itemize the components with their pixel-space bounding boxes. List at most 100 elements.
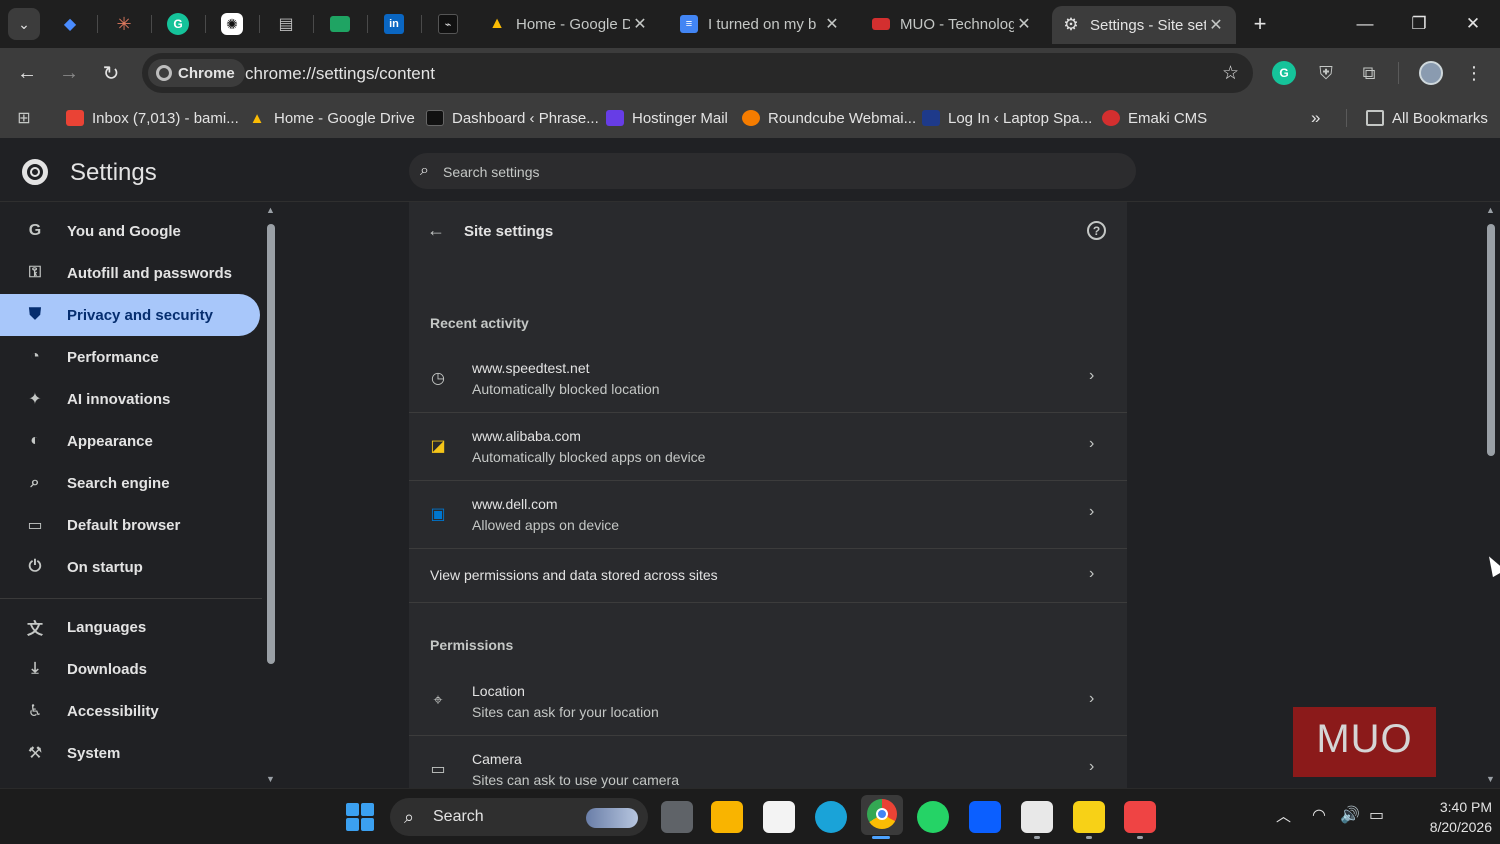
windows-start-icon[interactable] (346, 803, 374, 831)
profile-avatar[interactable] (1419, 61, 1443, 85)
row-title: View permissions and data stored across … (430, 567, 718, 583)
tab-google-doc[interactable]: ≡ I turned on my b ✕ (670, 8, 852, 40)
clock-time[interactable]: 3:40 PM (1412, 799, 1492, 815)
all-bookmarks-button[interactable]: All Bookmarks (1366, 107, 1488, 129)
permission-row-camera[interactable]: ▭ Camera Sites can ask to use your camer… (409, 736, 1127, 788)
apps-grid-icon[interactable]: ⊞ (14, 107, 34, 129)
scroll-up-arrow-icon[interactable]: ▲ (1486, 205, 1495, 215)
close-window-button[interactable]: ✕ (1453, 8, 1493, 40)
sidebar-item-downloads[interactable]: ⤓ Downloads (0, 648, 260, 690)
sidebar-item-system[interactable]: ⚒ System (0, 732, 260, 774)
sidebar-item-ai-innovations[interactable]: ✦ AI innovations (0, 378, 260, 420)
tray-overflow-icon[interactable]: ︿ (1276, 805, 1291, 826)
battery-icon[interactable]: ▭ (1369, 805, 1384, 825)
clock-date[interactable]: 8/20/2026 (1392, 819, 1492, 835)
muo-favicon-icon (872, 18, 890, 30)
back-arrow-icon[interactable]: ← (427, 220, 445, 241)
pinned-tab-7[interactable]: in (379, 9, 409, 39)
pinned-tab-3[interactable]: G (163, 9, 193, 39)
close-tab-icon[interactable]: ✕ (822, 14, 842, 34)
shield-extension-icon[interactable]: ⛨ (1314, 61, 1338, 85)
sidebar-item-label: You and Google (67, 222, 181, 240)
sidebar-item-performance[interactable]: ◔ Performance (0, 336, 260, 378)
tab-search-icon[interactable]: ⌄ (8, 8, 40, 40)
tab-divider (259, 15, 260, 33)
microsoft-store-icon[interactable] (763, 801, 795, 833)
page-scrollbar[interactable]: ▲ ▼ (1482, 202, 1500, 788)
tab-muo[interactable]: MUO - Technolog ✕ (862, 8, 1044, 40)
help-icon[interactable]: ? (1087, 221, 1106, 240)
capture-app-icon[interactable] (1124, 801, 1156, 833)
taskbar-search-box[interactable]: ⌕ Search (390, 798, 648, 836)
grammarly-extension-icon[interactable]: G (1272, 61, 1296, 85)
sidebar-item-appearance[interactable]: ◐ Appearance (0, 420, 260, 462)
pinned-tab-6[interactable] (325, 9, 355, 39)
new-tab-button[interactable]: + (1247, 11, 1273, 37)
pinned-tab-2[interactable]: ✳ (109, 9, 139, 39)
sidebar-item-autofill[interactable]: ⚿ Autofill and passwords (0, 252, 260, 294)
close-tab-icon[interactable]: ✕ (630, 14, 650, 34)
sticky-notes-icon[interactable] (1073, 801, 1105, 833)
whatsapp-icon[interactable] (917, 801, 949, 833)
page-scroll-thumb[interactable] (1487, 224, 1495, 456)
tab-settings[interactable]: ⚙ Settings - Site set ✕ (1052, 6, 1236, 44)
sidebar-item-you-and-google[interactable]: G You and Google (0, 210, 260, 252)
bookmark-roundcube[interactable]: Roundcube Webmai... (742, 107, 916, 129)
pinned-tab-4[interactable]: ✺ (217, 9, 247, 39)
sidebar-item-accessibility[interactable]: ♿ Accessibility (0, 690, 260, 732)
wifi-icon[interactable]: ◠ (1312, 805, 1326, 825)
address-bar[interactable]: Chrome chrome://settings/content ☆ (142, 53, 1253, 93)
chrome-taskbar-slot[interactable] (861, 795, 903, 835)
recent-activity-row[interactable]: ◷ www.speedtest.net Automatically blocke… (409, 345, 1127, 413)
volume-icon[interactable]: 🔊 (1340, 805, 1360, 825)
bookmark-dashboard[interactable]: Dashboard ‹ Phrase... (426, 107, 599, 129)
site-info-chip[interactable]: Chrome (148, 59, 245, 87)
sidebar-item-privacy[interactable]: ⛊ Privacy and security (0, 294, 260, 336)
close-tab-icon[interactable]: ✕ (1014, 14, 1034, 34)
bookmarks-overflow-icon[interactable]: » (1311, 107, 1320, 129)
recent-activity-row[interactable]: ▣ www.dell.com Allowed apps on device › (409, 481, 1127, 549)
bookmark-gmail[interactable]: Inbox (7,013) - bami... (66, 107, 239, 129)
pinned-tab-1[interactable]: ◆ (55, 9, 85, 39)
forward-button[interactable]: → (53, 57, 85, 89)
pinned-tab-8[interactable]: ⌁ (433, 9, 463, 39)
file-explorer-icon[interactable] (711, 801, 743, 833)
sidebar-item-languages[interactable]: 文 Languages (0, 606, 260, 648)
sidebar-scroll-thumb[interactable] (267, 224, 275, 664)
settings-search-input[interactable]: ⌕ Search settings (409, 153, 1136, 189)
view-permissions-row[interactable]: View permissions and data stored across … (409, 549, 1127, 603)
scroll-down-arrow-icon[interactable]: ▼ (1486, 774, 1495, 784)
pin-gem-icon: ◆ (63, 16, 77, 33)
bookmark-google-drive[interactable]: ▲ Home - Google Drive (248, 107, 415, 129)
task-view-icon[interactable] (661, 801, 693, 833)
bookmark-laptop-spa[interactable]: Log In ‹ Laptop Spa... (922, 107, 1092, 129)
scroll-up-arrow-icon[interactable]: ▲ (266, 205, 275, 215)
tab-google-drive[interactable]: ▲ Home - Google D ✕ (478, 8, 660, 40)
pin-sheets-icon (330, 16, 350, 32)
minimize-button[interactable]: — (1345, 8, 1385, 40)
sidebar-item-search-engine[interactable]: ⌕ Search engine (0, 462, 260, 504)
sidebar-item-default-browser[interactable]: ▭ Default browser (0, 504, 260, 546)
permission-row-location[interactable]: ⌖ Location Sites can ask for your locati… (409, 668, 1127, 736)
sidebar-item-label: Appearance (67, 432, 153, 450)
tab-title: MUO - Technolog (900, 15, 1014, 33)
slack-icon[interactable] (1021, 801, 1053, 833)
bookmark-star-icon[interactable]: ☆ (1222, 62, 1239, 85)
bookmark-hostinger[interactable]: Hostinger Mail (606, 107, 728, 129)
edge-icon[interactable] (815, 801, 847, 833)
bookmark-emaki[interactable]: Emaki CMS (1102, 107, 1207, 129)
restore-button[interactable]: ❐ (1399, 8, 1439, 40)
sidebar-item-label: Search engine (67, 474, 170, 492)
sidebar-item-on-startup[interactable]: ⏻ On startup (0, 546, 260, 588)
back-button[interactable]: ← (11, 57, 43, 89)
extensions-puzzle-icon[interactable]: ⧉ (1357, 61, 1381, 85)
pinned-tab-5[interactable]: ▤ (271, 9, 301, 39)
chrome-menu-icon[interactable]: ⋮ (1462, 61, 1486, 85)
scroll-down-arrow-icon[interactable]: ▼ (266, 774, 275, 784)
reload-button[interactable]: ↻ (95, 57, 127, 89)
trello-icon[interactable] (969, 801, 1001, 833)
sidebar-scrollbar[interactable]: ▲ ▼ (266, 202, 276, 788)
url-text[interactable]: chrome://settings/content (245, 64, 435, 84)
recent-activity-row[interactable]: ◪ www.alibaba.com Automatically blocked … (409, 413, 1127, 481)
close-tab-icon[interactable]: ✕ (1206, 15, 1226, 35)
